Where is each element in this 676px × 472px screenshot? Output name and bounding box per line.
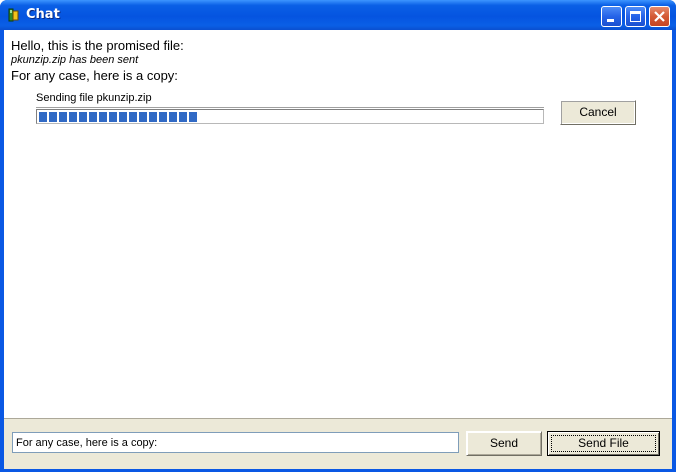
- progress-segment: [119, 112, 127, 122]
- progress-segment: [189, 112, 197, 122]
- chat-status-message: pkunzip.zip has been sent: [11, 54, 139, 66]
- chat-window: Chat Hello, this is the promised file: p…: [0, 0, 676, 472]
- focus-rectangle: [551, 435, 656, 452]
- chat-message: Hello, this is the promised file:: [11, 38, 184, 53]
- progress-bar: [36, 109, 544, 124]
- app-icon: [8, 8, 19, 22]
- close-icon: [654, 11, 665, 22]
- send-button[interactable]: Send: [466, 431, 542, 456]
- progress-segment: [49, 112, 57, 122]
- title-bar[interactable]: Chat: [0, 0, 676, 30]
- message-input[interactable]: [12, 432, 459, 453]
- progress-segment: [79, 112, 87, 122]
- maximize-icon: [630, 11, 641, 22]
- progress-fill: [39, 112, 197, 122]
- progress-segment: [89, 112, 97, 122]
- progress-segment: [39, 112, 47, 122]
- cancel-button[interactable]: Cancel: [560, 100, 636, 125]
- chat-message: For any case, here is a copy:: [11, 68, 178, 83]
- minimize-icon: [607, 19, 614, 22]
- progress-segment: [109, 112, 117, 122]
- progress-segment: [59, 112, 67, 122]
- minimize-button[interactable]: [601, 6, 622, 27]
- chat-log: Hello, this is the promised file: pkunzi…: [4, 30, 672, 418]
- progress-segment: [159, 112, 167, 122]
- window-title: Chat: [26, 7, 60, 22]
- progress-segment: [169, 112, 177, 122]
- progress-segment: [69, 112, 77, 122]
- close-button[interactable]: [649, 6, 670, 27]
- maximize-button[interactable]: [625, 6, 646, 27]
- transfer-label: Sending file pkunzip.zip: [36, 92, 152, 104]
- progress-segment: [139, 112, 147, 122]
- client-area: Hello, this is the promised file: pkunzi…: [4, 30, 672, 469]
- send-file-button[interactable]: Send File: [547, 431, 660, 456]
- progress-segment: [99, 112, 107, 122]
- progress-segment: [149, 112, 157, 122]
- compose-panel: Send Send File: [4, 418, 672, 469]
- progress-segment: [129, 112, 137, 122]
- progress-segment: [179, 112, 187, 122]
